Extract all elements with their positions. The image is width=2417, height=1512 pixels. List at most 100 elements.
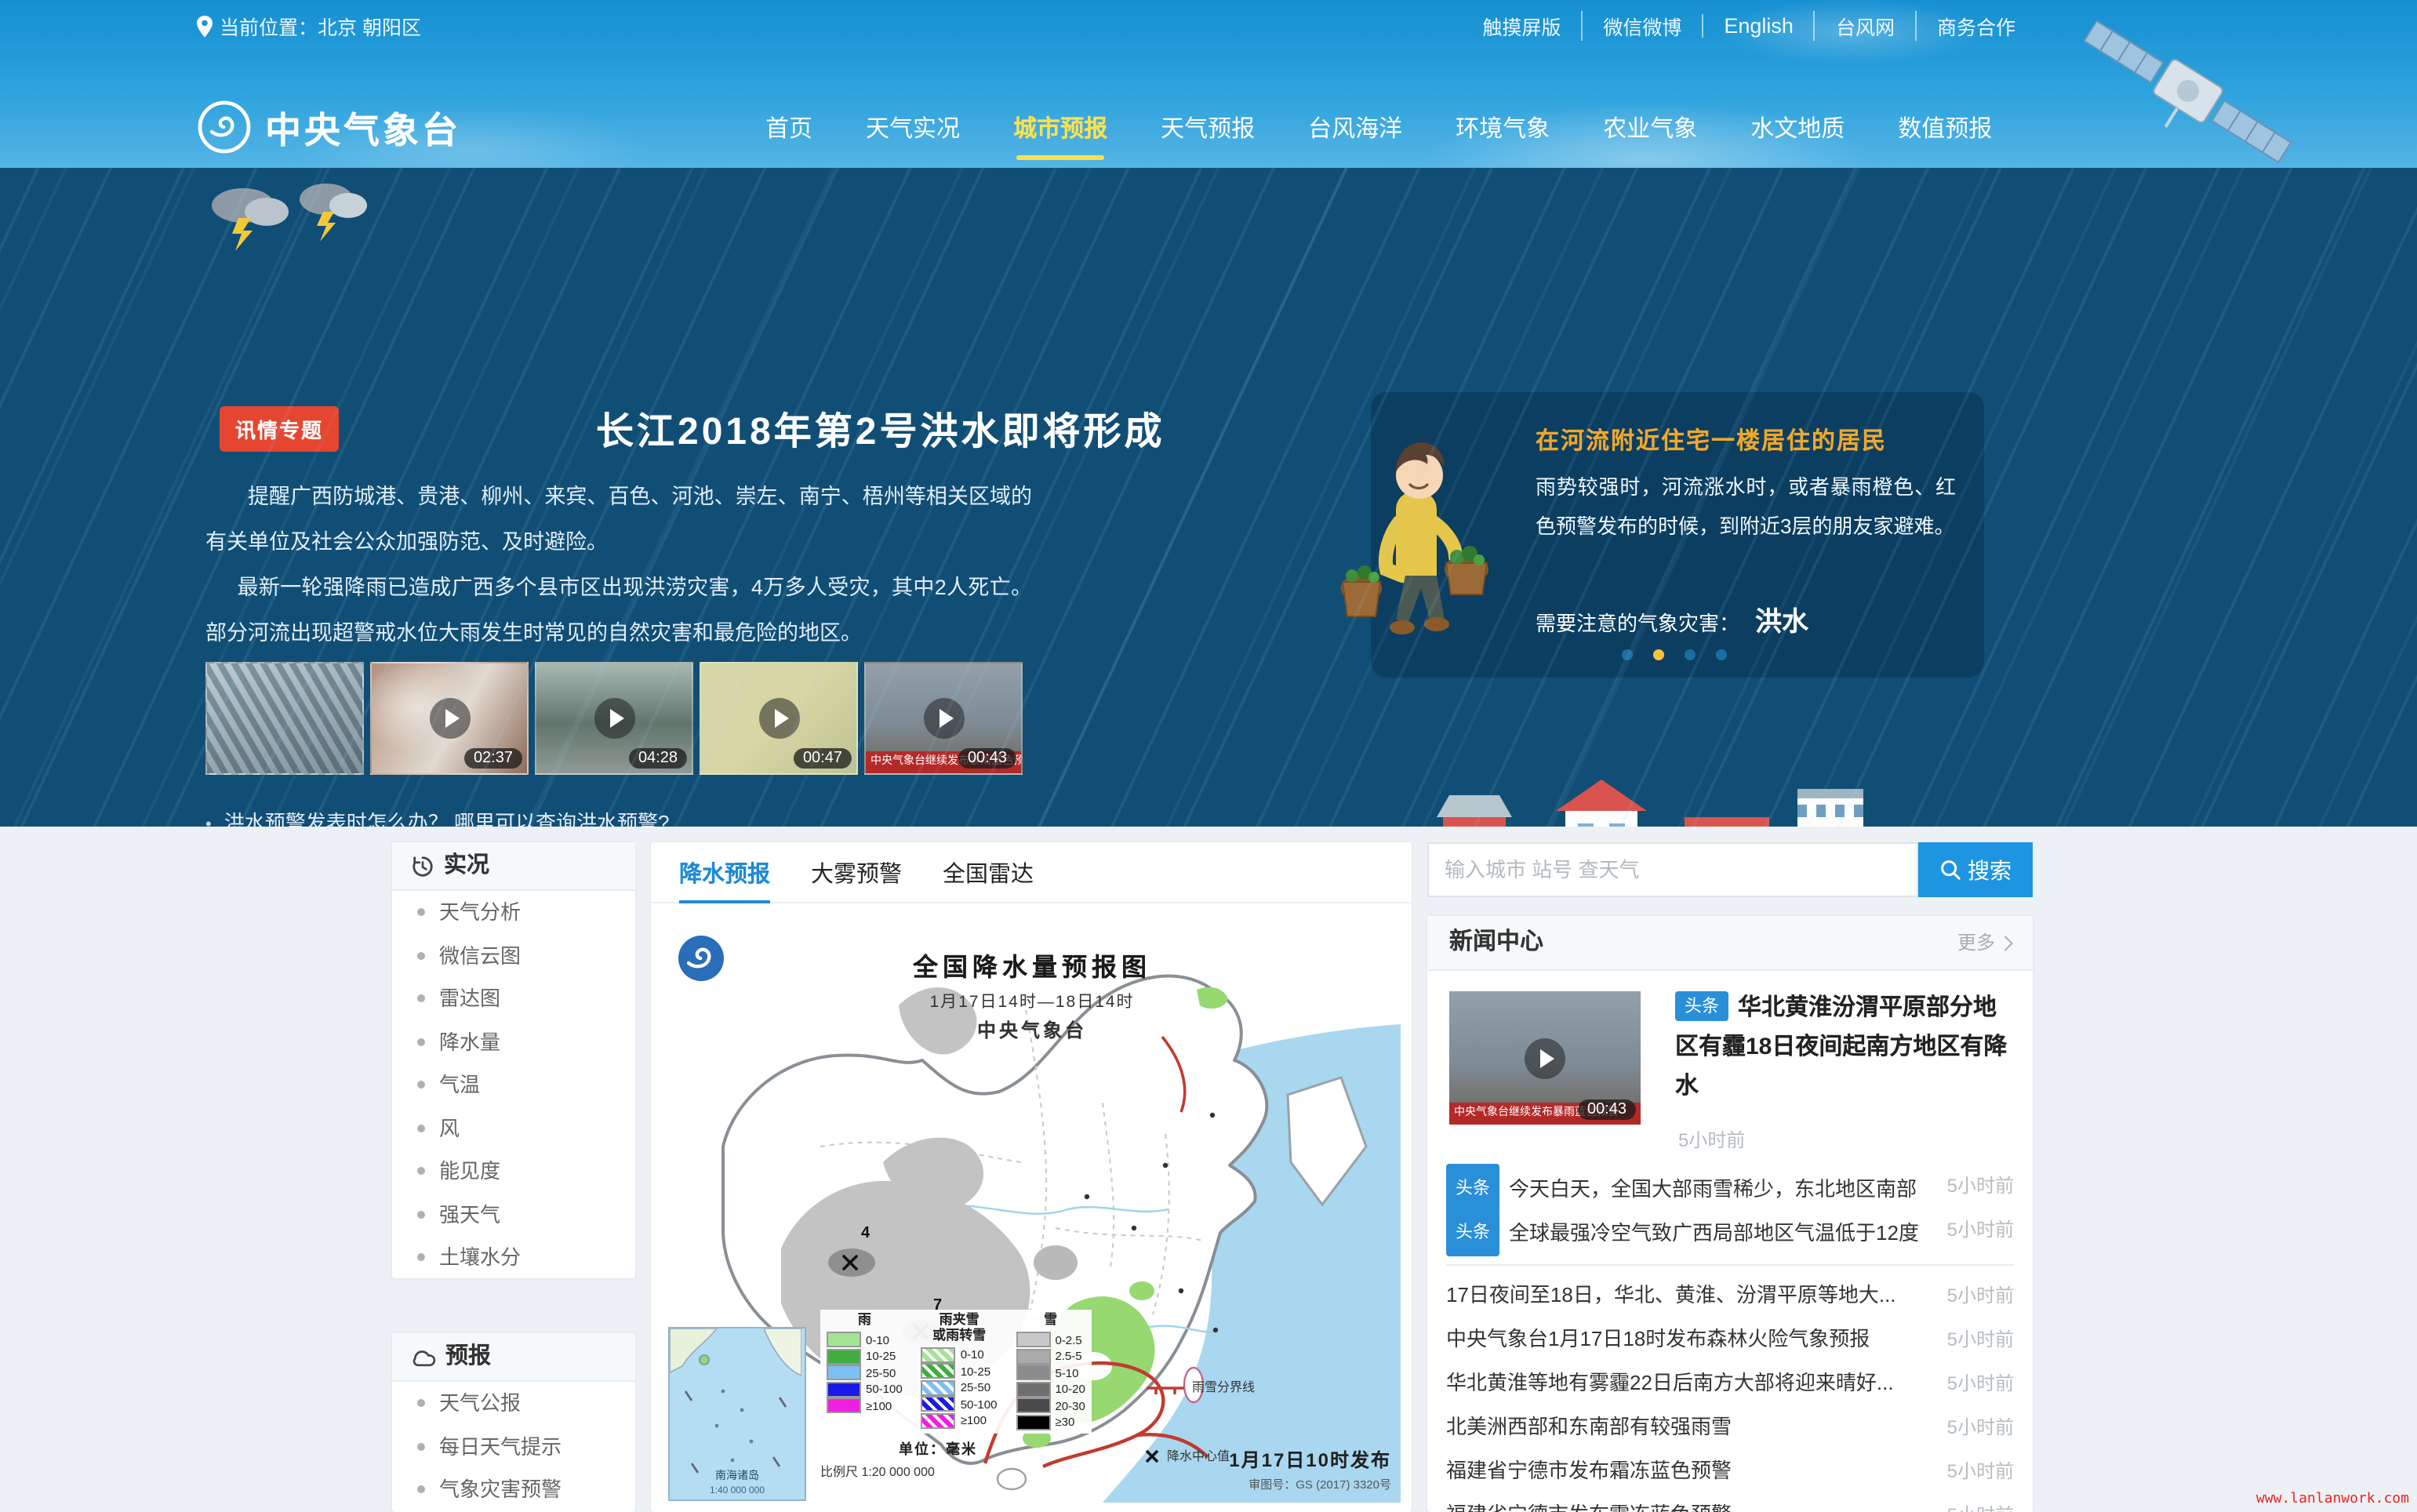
- nav-item-agriculture[interactable]: 农业气象: [1603, 111, 1697, 160]
- sidebar-live-header: 实况: [392, 842, 635, 891]
- rain-snow-boundary-icon: [1145, 1381, 1186, 1394]
- news-row-time: 5小时前: [1947, 1164, 2014, 1208]
- x-marker-icon: [1145, 1449, 1159, 1463]
- legend-range: ≥100: [961, 1414, 987, 1428]
- carousel-dot[interactable]: [1685, 649, 1696, 660]
- nav-item-live-weather[interactable]: 天气实况: [866, 111, 960, 160]
- cma-logo-icon: [676, 933, 726, 983]
- sidebar-item-visibility[interactable]: 能见度: [392, 1150, 635, 1193]
- header-sky: 当前位置：北京 朝阳区 触摸屏版 微信微博 English 台风网 商务合作 中…: [0, 0, 2417, 168]
- tab-fog-warning[interactable]: 大雾预警: [811, 842, 902, 902]
- chevron-right-icon: [1997, 935, 2013, 950]
- legend-range: ≥30: [1055, 1415, 1074, 1429]
- play-icon: [1525, 1038, 1565, 1078]
- question-link[interactable]: 洪水预警发表时怎么办？ 哪里可以查询洪水预警?: [205, 801, 765, 827]
- news-row-time: 5小时前: [1947, 1361, 2014, 1405]
- content-area: 实况 天气分析 微信云图 雷达图 降水量 气温 风 能见度 强天气 土壤水分 预…: [0, 827, 2417, 1512]
- location-pin-icon: [196, 15, 213, 37]
- precip-forecast-map: 4 7 全国降水量预报图 1月17日14时—18日14时 中央气象台 雨: [663, 914, 1401, 1503]
- video-duration: 04:28: [629, 748, 687, 769]
- legend-range: 10-25: [961, 1365, 990, 1379]
- current-location: 当前位置：北京 朝阳区: [196, 11, 421, 41]
- news-more-link[interactable]: 更多: [1957, 916, 2011, 969]
- nav-item-city-forecast[interactable]: 城市预报: [1013, 111, 1107, 160]
- news-row[interactable]: 头条全球最强冷空气致广西局部地区气温低于12度 5小时前: [1446, 1208, 2014, 1252]
- carousel-dot-active[interactable]: [1653, 649, 1664, 660]
- sidebar-forecast-title: 预报: [445, 1333, 491, 1380]
- news-row[interactable]: 中央气象台1月17日18时发布森林火险气象预报 5小时前: [1446, 1318, 2014, 1361]
- sidebar-forecast-header: 预报: [392, 1333, 635, 1382]
- news-row[interactable]: 福建省宁德市发布霜冻蓝色预警 5小时前: [1446, 1449, 2014, 1493]
- news-row-title: 北美洲西部和东南部有较强雨雪: [1446, 1405, 1923, 1449]
- site-watermark: www.lanlanwork.com: [2256, 1492, 2409, 1507]
- nav-item-forecast[interactable]: 天气预报: [1161, 111, 1255, 160]
- news-row-time: 5小时前: [1947, 1405, 2014, 1449]
- play-icon: [594, 698, 634, 739]
- inset-scale: 1:40 000 000: [670, 1487, 805, 1496]
- tip-note-label: 需要注意的气象灾害：: [1536, 607, 1739, 637]
- video-thumbnail[interactable]: 00:47: [700, 662, 858, 775]
- nav-item-environment[interactable]: 环境气象: [1456, 111, 1550, 160]
- tip-card-title: 在河流附近住宅一楼居住的居民: [1536, 423, 1887, 456]
- map-title: 全国降水量预报图: [812, 946, 1252, 983]
- logo-icon: [196, 99, 253, 155]
- map-scale: 比例尺 1:20 000 000: [820, 1463, 935, 1481]
- nav-item-hydrogeology[interactable]: 水文地质: [1750, 111, 1845, 160]
- sidebar-item-temperature[interactable]: 气温: [392, 1063, 635, 1107]
- carousel-dot[interactable]: [1716, 649, 1727, 660]
- sidebar-item-soil-moisture[interactable]: 土壤水分: [392, 1236, 635, 1279]
- site-logo[interactable]: 中央气象台: [196, 99, 461, 155]
- tab-national-radar[interactable]: 全国雷达: [943, 842, 1034, 902]
- sidebar-item-wind[interactable]: 风: [392, 1107, 635, 1150]
- sidebar-item-weather-analysis[interactable]: 天气分析: [392, 891, 635, 934]
- hero-section: 讯情专题 长江2018年第2号洪水即将形成 提醒广西防城港、贵港、柳州、来宾、百…: [0, 168, 2417, 827]
- video-thumbnail[interactable]: 中央气象台继续发布暴雨蓝色预警 00:43: [864, 662, 1023, 775]
- main-menu: 首页 天气实况 城市预报 天气预报 台风海洋 环境气象 农业气象 水文地质 数值…: [765, 111, 1992, 160]
- nav-item-home[interactable]: 首页: [765, 111, 812, 160]
- news-row[interactable]: 头条今天白天，全国大部雨雪稀少，东北地区南部 5小时前: [1446, 1164, 2014, 1208]
- carousel-dot[interactable]: [1622, 649, 1633, 660]
- logo-text: 中央气象台: [265, 100, 461, 154]
- news-row-title: 中央气象台1月17日18时发布森林火险气象预报: [1446, 1318, 1923, 1361]
- legend-boundary: 雨雪分界线: [1145, 1379, 1255, 1396]
- sidebar-live-title: 实况: [444, 842, 489, 889]
- news-row-title: 今天白天，全国大部雨雪稀少，东北地区南部: [1509, 1177, 1917, 1201]
- news-row-title: 华北黄淮等地有雾霾22日后南方大部将迎来晴好...: [1446, 1361, 1923, 1405]
- map-issued-block: 1月17日10时发布 审图号：GS (2017) 3320号: [1229, 1446, 1391, 1493]
- top-link-business[interactable]: 商务合作: [1915, 11, 2036, 41]
- sidebar-item-weather-bulletin[interactable]: 天气公报: [392, 1382, 635, 1425]
- top-link-wechat-weibo[interactable]: 微信微博: [1581, 11, 1702, 41]
- news-row[interactable]: 华北黄淮等地有雾霾22日后南方大部将迎来晴好... 5小时前: [1446, 1361, 2014, 1405]
- top-link-typhoon[interactable]: 台风网: [1814, 11, 1915, 41]
- sidebar-item-precipitation[interactable]: 降水量: [392, 1020, 635, 1063]
- top-link-touch[interactable]: 触摸屏版: [1462, 11, 1581, 41]
- video-thumbnail[interactable]: [205, 662, 364, 775]
- search-button[interactable]: 搜索: [1918, 842, 2033, 897]
- news-row-time: 5小时前: [1947, 1318, 2014, 1361]
- search-input[interactable]: [1427, 842, 1918, 897]
- top-link-english[interactable]: English: [1702, 14, 1814, 38]
- legend-swatch: [1016, 1332, 1050, 1347]
- news-row[interactable]: 17日夜间至18日，华北、黄淮、汾渭平原等地大... 5小时前: [1446, 1274, 2014, 1318]
- legend-swatch: [827, 1348, 861, 1364]
- sidebar-item-severe-weather[interactable]: 强天气: [392, 1193, 635, 1236]
- nav-item-numerical[interactable]: 数值预报: [1898, 111, 1992, 160]
- legend-range: 2.5-5: [1055, 1349, 1081, 1363]
- video-thumbnail[interactable]: 04:28: [535, 662, 693, 775]
- featured-news-thumbnail[interactable]: 中央气象台继续发布暴雨蓝色预警 00:43: [1449, 991, 1641, 1125]
- sidebar-item-daily-tips[interactable]: 每日天气提示: [392, 1425, 635, 1468]
- nav-item-typhoon-ocean[interactable]: 台风海洋: [1308, 111, 1402, 160]
- featured-news-item[interactable]: 中央气象台继续发布暴雨蓝色预警 00:43 头条华北黄淮汾渭平原部分地区有霾18…: [1446, 988, 2014, 1151]
- video-thumbnail[interactable]: 02:37: [370, 662, 529, 775]
- video-strip: 02:37 04:28 00:47 中央气象台继续发布暴雨蓝色预警 00:43: [205, 662, 1023, 775]
- headline-badge: 头条: [1446, 1164, 1499, 1212]
- news-row[interactable]: 福建省宁德市发布霜冻蓝色预警 5小时前: [1446, 1493, 2014, 1512]
- sidebar-item-disaster-warning[interactable]: 气象灾害预警: [392, 1468, 635, 1511]
- news-row[interactable]: 北美洲西部和东南部有较强雨雪 5小时前: [1446, 1405, 2014, 1449]
- legend-range: 25-50: [961, 1381, 990, 1395]
- tab-precip-forecast[interactable]: 降水预报: [679, 842, 770, 902]
- sidebar-item-cloud-image[interactable]: 微信云图: [392, 934, 635, 977]
- sidebar-item-radar[interactable]: 雷达图: [392, 977, 635, 1020]
- legend-swatch: [921, 1364, 956, 1379]
- sidebar-forecast-panel: 预报 天气公报 每日天气提示 气象灾害预警 面降水量预报: [392, 1333, 635, 1512]
